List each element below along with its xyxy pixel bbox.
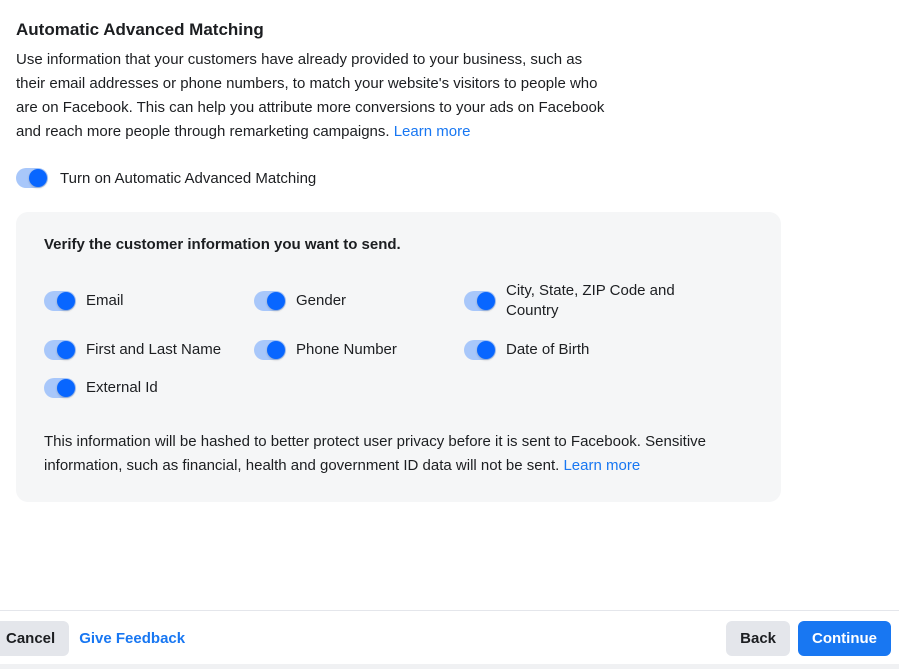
- page-title: Automatic Advanced Matching: [16, 20, 883, 40]
- cancel-button[interactable]: Cancel: [0, 621, 69, 656]
- toggle-email[interactable]: [44, 291, 76, 311]
- panel-title: Verify the customer information you want…: [44, 236, 753, 253]
- label-phone: Phone Number: [296, 340, 397, 360]
- description-text: Use information that your customers have…: [16, 48, 606, 144]
- fields-grid: Email Gender City, State, ZIP Code and C…: [44, 281, 753, 398]
- field-dob: Date of Birth: [464, 340, 724, 360]
- label-dob: Date of Birth: [506, 340, 589, 360]
- field-phone: Phone Number: [254, 340, 464, 360]
- verify-panel: Verify the customer information you want…: [16, 212, 781, 502]
- give-feedback-button[interactable]: Give Feedback: [69, 621, 195, 656]
- label-gender: Gender: [296, 291, 346, 311]
- toggle-city[interactable]: [464, 291, 496, 311]
- description-body: Use information that your customers have…: [16, 51, 604, 140]
- field-email: Email: [44, 291, 254, 311]
- field-gender: Gender: [254, 291, 464, 311]
- label-email: Email: [86, 291, 124, 311]
- panel-learn-more-link[interactable]: Learn more: [563, 457, 640, 474]
- field-name: First and Last Name: [44, 340, 254, 360]
- back-button[interactable]: Back: [726, 621, 790, 656]
- toggle-name[interactable]: [44, 340, 76, 360]
- toggle-gender[interactable]: [254, 291, 286, 311]
- main-toggle[interactable]: [16, 168, 48, 188]
- main-toggle-label: Turn on Automatic Advanced Matching: [60, 170, 316, 187]
- label-name: First and Last Name: [86, 340, 221, 360]
- continue-button[interactable]: Continue: [798, 621, 891, 656]
- toggle-dob[interactable]: [464, 340, 496, 360]
- toggle-external-id[interactable]: [44, 378, 76, 398]
- toggle-phone[interactable]: [254, 340, 286, 360]
- field-city: City, State, ZIP Code and Country: [464, 281, 724, 322]
- footer-bottom-strip: [0, 664, 899, 669]
- label-city: City, State, ZIP Code and Country: [506, 281, 724, 322]
- field-external-id: External Id: [44, 378, 254, 398]
- panel-note: This information will be hashed to bette…: [44, 430, 744, 478]
- footer: Cancel Give Feedback Back Continue: [0, 615, 899, 661]
- footer-divider: [0, 610, 899, 611]
- label-external-id: External Id: [86, 378, 158, 398]
- learn-more-link[interactable]: Learn more: [394, 123, 471, 140]
- main-toggle-row: Turn on Automatic Advanced Matching: [16, 168, 883, 188]
